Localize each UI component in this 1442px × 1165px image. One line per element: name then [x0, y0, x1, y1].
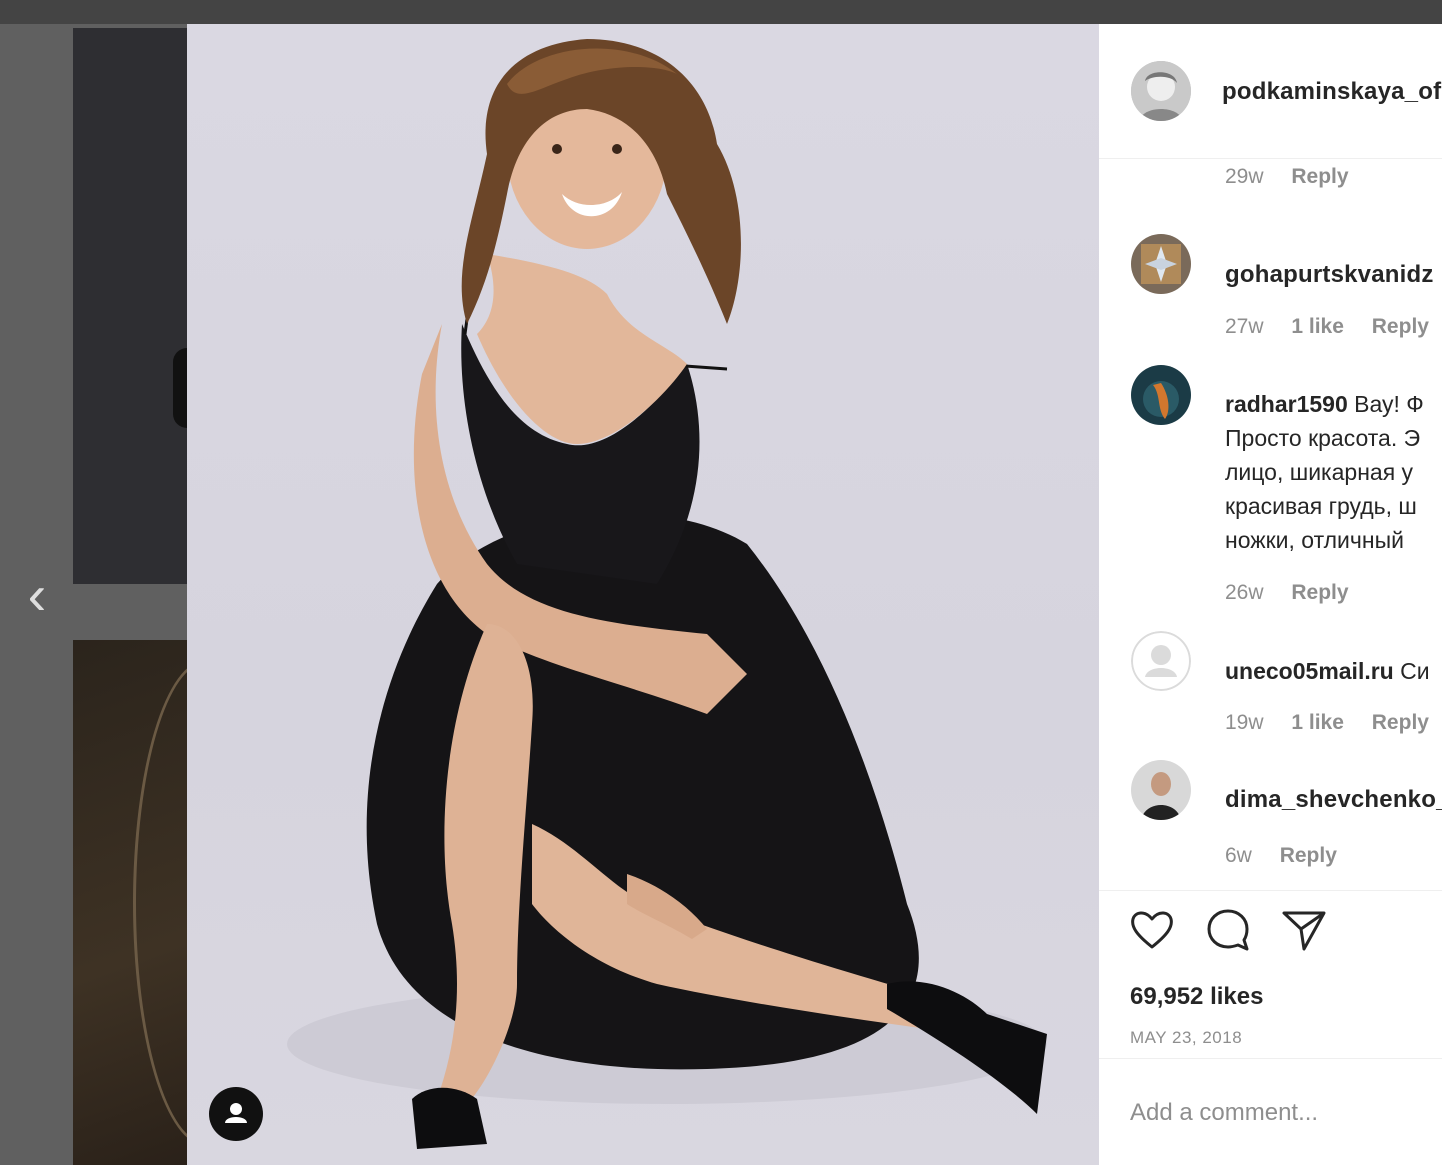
comment-text: uneco05mail.ru Си	[1225, 654, 1430, 688]
avatar[interactable]	[1131, 760, 1191, 820]
comment-line: лицо, шикарная у	[1225, 459, 1414, 485]
add-comment-section	[1099, 1058, 1442, 1165]
reply-button[interactable]: Reply	[1291, 581, 1348, 605]
background-post-thumbnail	[73, 640, 279, 1165]
comment-time: 27w	[1225, 315, 1264, 338]
paper-plane-icon	[1282, 911, 1326, 951]
post-username[interactable]: podkaminskaya_of	[1222, 78, 1441, 106]
reply-button[interactable]: Reply	[1280, 844, 1337, 868]
comment-time: 6w	[1225, 844, 1252, 867]
comment-line: Вау! Ф	[1354, 391, 1424, 417]
avatar[interactable]	[1131, 61, 1191, 121]
comment-username[interactable]: dima_shevchenko_	[1225, 786, 1442, 814]
comment-time: 26w	[1225, 581, 1264, 604]
comment-text: radhar1590 Вау! Ф	[1225, 387, 1424, 421]
comment-meta: 29w Reply	[1225, 165, 1371, 189]
comment-line: ножки, отличный	[1225, 527, 1404, 553]
comment-line: Просто красота. Э	[1225, 425, 1421, 451]
heart-icon	[1131, 911, 1173, 949]
avatar[interactable]	[1131, 365, 1191, 425]
comment-time: 29w	[1225, 165, 1264, 188]
post-side-panel: podkaminskaya_of 29w Reply gohapurtskvan…	[1099, 24, 1442, 1165]
comment-meta: 19w 1 like Reply	[1225, 711, 1442, 735]
reply-button[interactable]: Reply	[1372, 315, 1429, 339]
photo-illustration	[287, 39, 1047, 1149]
comment-username[interactable]: uneco05mail.ru	[1225, 658, 1394, 684]
chevron-left-icon[interactable]: ‹	[14, 567, 60, 623]
background-post-thumbnail	[73, 28, 187, 584]
comment-likes[interactable]: 1 like	[1291, 711, 1344, 735]
comment-input[interactable]	[1130, 1093, 1430, 1133]
user-tag-button[interactable]	[209, 1087, 263, 1141]
comment-meta: 26w Reply	[1225, 581, 1371, 605]
post-photo	[187, 24, 1099, 1165]
comment-line: красивая грудь, ш	[1225, 493, 1417, 519]
comment-button[interactable]	[1203, 905, 1253, 955]
post-header: podkaminskaya_of	[1099, 24, 1442, 159]
post-actions: 69,952 likes MAY 23, 2018	[1099, 890, 1442, 1059]
post-date: MAY 23, 2018	[1130, 1028, 1243, 1047]
share-button[interactable]	[1279, 905, 1329, 955]
comment-username[interactable]: gohapurtskvanidz	[1225, 261, 1434, 289]
reply-button[interactable]: Reply	[1291, 165, 1348, 189]
comment-line: Си	[1400, 658, 1430, 684]
comment-meta: 6w Reply	[1225, 844, 1359, 868]
comment-meta: 27w 1 like Reply	[1225, 315, 1442, 339]
browser-top-bar	[0, 0, 1442, 24]
reply-button[interactable]: Reply	[1372, 711, 1429, 735]
comment-username[interactable]: radhar1590	[1225, 391, 1348, 417]
avatar[interactable]	[1131, 631, 1191, 691]
comments-list: 29w Reply gohapurtskvanidz 27w 1 like Re…	[1099, 159, 1442, 889]
comment-time: 19w	[1225, 711, 1264, 734]
user-icon	[225, 1103, 247, 1123]
like-button[interactable]	[1127, 905, 1177, 955]
likes-count[interactable]: 69,952 likes	[1130, 983, 1263, 1011]
comment-likes[interactable]: 1 like	[1291, 315, 1344, 339]
avatar[interactable]	[1131, 234, 1191, 294]
comment-bubble-icon	[1207, 909, 1249, 951]
